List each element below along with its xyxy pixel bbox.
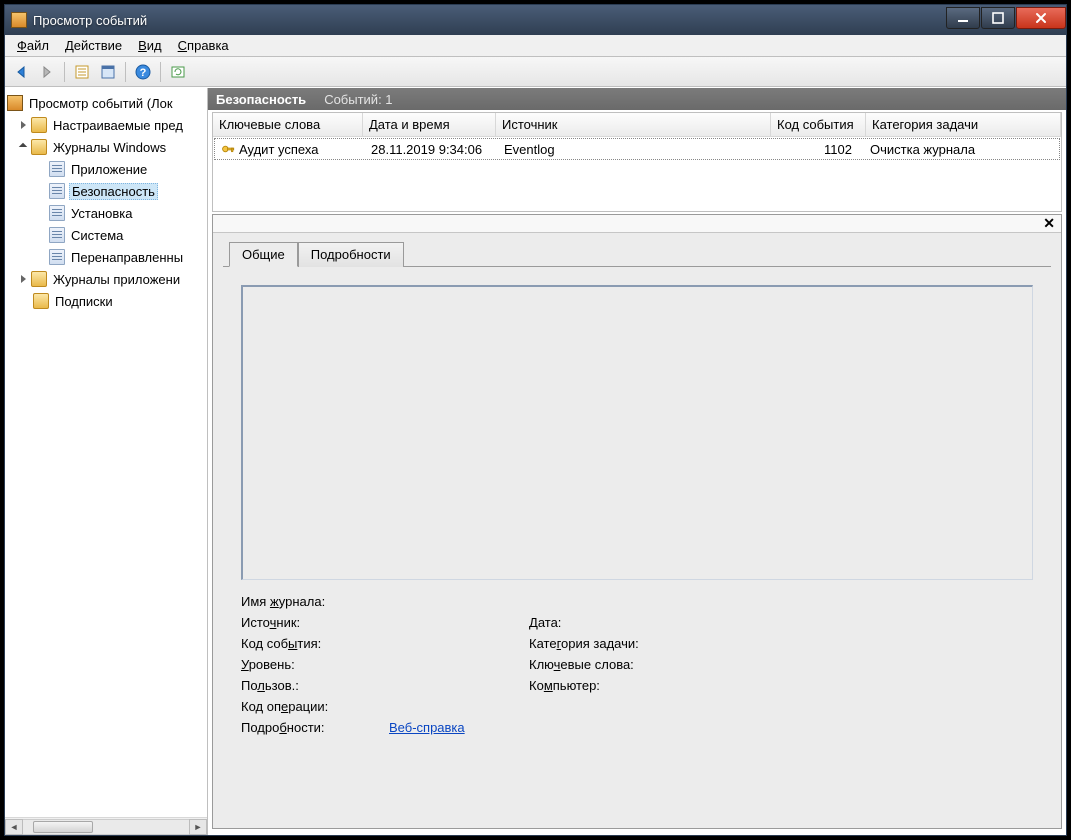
event-list: Ключевые слова Дата и время Источник Код… (212, 112, 1062, 212)
window-title: Просмотр событий (33, 13, 945, 28)
key-icon (221, 142, 235, 156)
tree-pane: Просмотр событий (Лок Настраиваемые пред… (5, 88, 208, 835)
folder-icon (31, 139, 47, 155)
properties-button[interactable] (96, 60, 120, 84)
event-viewer-window: Просмотр событий Файл Действие Вид Справ… (4, 4, 1067, 836)
label-source: Источник: (241, 615, 529, 630)
arrow-left-icon (13, 64, 29, 80)
strip-count: Событий: 1 (324, 92, 392, 107)
details-closebar: ✕ (213, 215, 1061, 233)
log-icon (49, 227, 65, 243)
strip-title: Безопасность (216, 92, 306, 107)
scroll-thumb[interactable] (33, 821, 93, 833)
label-date: Дата: (529, 615, 561, 630)
close-button[interactable] (1016, 7, 1066, 29)
scroll-track[interactable] (23, 819, 189, 835)
tree-log-system[interactable]: Система (5, 224, 207, 246)
tree-hscrollbar[interactable]: ◄ ► (5, 817, 207, 835)
log-icon (49, 249, 65, 265)
expander-icon[interactable] (17, 273, 29, 285)
menu-action[interactable]: Действие (57, 36, 130, 55)
event-tree[interactable]: Просмотр событий (Лок Настраиваемые пред… (5, 88, 207, 817)
back-button[interactable] (9, 60, 33, 84)
event-row[interactable]: Аудит успеха28.11.2019 9:34:06Eventlog11… (214, 138, 1060, 160)
arrow-right-icon (39, 64, 55, 80)
help-button[interactable]: ? (131, 60, 155, 84)
toolbar: ? (5, 57, 1066, 87)
col-source[interactable]: Источник (496, 113, 771, 136)
expander-icon[interactable] (17, 141, 29, 153)
folder-icon (31, 271, 47, 287)
col-task-category[interactable]: Категория задачи (866, 113, 1061, 136)
label-task-category: Категория задачи: (529, 636, 639, 651)
menu-view[interactable]: Вид (130, 36, 170, 55)
minimize-button[interactable] (946, 7, 980, 29)
label-more-info: Подробности: (241, 720, 365, 735)
expander-icon[interactable] (17, 119, 29, 131)
forward-button[interactable] (35, 60, 59, 84)
col-keywords[interactable]: Ключевые слова (213, 113, 363, 136)
tree-log-forwarded[interactable]: Перенаправленны (5, 246, 207, 268)
log-icon (49, 161, 65, 177)
refresh-icon (170, 64, 186, 80)
main-area: Просмотр событий (Лок Настраиваемые пред… (5, 87, 1066, 835)
tree-custom-views[interactable]: Настраиваемые пред (5, 114, 207, 136)
folder-icon (31, 117, 47, 133)
log-icon (49, 183, 65, 199)
details-tabs: Общие Подробности (213, 233, 1061, 266)
label-keywords: Ключевые слова: (529, 657, 634, 672)
label-user: Пользов.: (241, 678, 529, 693)
tree-root[interactable]: Просмотр событий (Лок (5, 92, 207, 114)
log-header-strip: Безопасность Событий: 1 (208, 88, 1066, 110)
label-log-name: Имя журнала: (241, 594, 529, 609)
content-pane: Безопасность Событий: 1 Ключевые слова Д… (208, 88, 1066, 835)
tab-general[interactable]: Общие (229, 242, 298, 267)
maximize-button[interactable] (981, 7, 1015, 29)
event-list-header: Ключевые слова Дата и время Источник Код… (213, 113, 1061, 137)
web-help-link[interactable]: Веб-справка (389, 720, 465, 735)
tree-icon (74, 64, 90, 80)
scroll-left-icon[interactable]: ◄ (5, 819, 23, 835)
titlebar[interactable]: Просмотр событий (5, 5, 1066, 35)
window-buttons (945, 7, 1066, 29)
tree-app-logs[interactable]: Журналы приложени (5, 268, 207, 290)
toolbar-separator (125, 62, 126, 82)
event-description-box (241, 285, 1033, 580)
details-close-button[interactable]: ✕ (1043, 215, 1055, 232)
app-icon (11, 12, 27, 28)
toolbar-separator (64, 62, 65, 82)
tab-details[interactable]: Подробности (298, 242, 404, 267)
col-datetime[interactable]: Дата и время (363, 113, 496, 136)
tree-subscriptions[interactable]: Подписки (5, 290, 207, 312)
details-pane: ✕ Общие Подробности Имя журнала: Источни… (212, 214, 1062, 829)
event-list-body: Аудит успеха28.11.2019 9:34:06Eventlog11… (213, 138, 1061, 160)
tree-log-application[interactable]: Приложение (5, 158, 207, 180)
menu-file[interactable]: Файл (9, 36, 57, 55)
event-fields: Имя журнала: Источник: Дата: Код события… (241, 594, 1033, 741)
properties-icon (100, 64, 116, 80)
root-icon (7, 95, 23, 111)
scroll-right-icon[interactable]: ► (189, 819, 207, 835)
refresh-button[interactable] (166, 60, 190, 84)
menu-help[interactable]: Справка (170, 36, 237, 55)
label-opcode: Код операции: (241, 699, 529, 714)
show-tree-button[interactable] (70, 60, 94, 84)
label-computer: Компьютер: (529, 678, 600, 693)
tree-log-security[interactable]: Безопасность (5, 180, 207, 202)
tree-windows-logs[interactable]: Журналы Windows (5, 136, 207, 158)
help-icon: ? (135, 64, 151, 80)
label-event-id: Код события: (241, 636, 529, 651)
label-level: Уровень: (241, 657, 529, 672)
menubar: Файл Действие Вид Справка (5, 35, 1066, 57)
tree-log-setup[interactable]: Установка (5, 202, 207, 224)
folder-icon (33, 293, 49, 309)
tab-panel-general: Имя журнала: Источник: Дата: Код события… (223, 266, 1051, 818)
log-icon (49, 205, 65, 221)
toolbar-separator (160, 62, 161, 82)
col-event-code[interactable]: Код события (771, 113, 866, 136)
svg-text:?: ? (140, 67, 147, 79)
